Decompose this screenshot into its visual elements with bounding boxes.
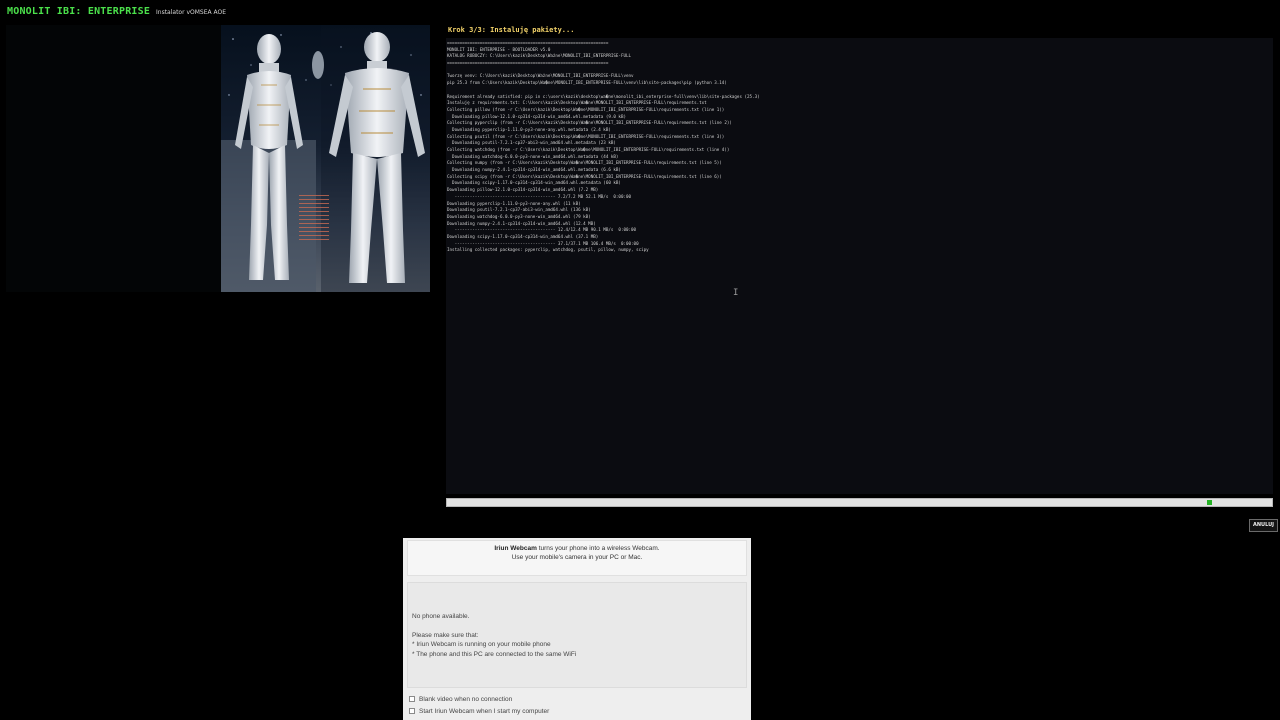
instruction-item: * Iriun Webcam is running on your mobile… — [412, 641, 551, 648]
console-line: Tworzę venv: C:\Users\kazik\Desktop\Ważn… — [447, 73, 634, 79]
console-line: Downloading psutil-7.2.1-cp37-abi3-win_a… — [447, 207, 591, 213]
iriun-webcam-dialog: Iriun Webcam turns your phone into a wir… — [403, 538, 751, 720]
app-subtitle: Instalator vOMSEA AOE — [156, 9, 227, 16]
console-line: Collecting pyperclip (from -r C:\Users\k… — [447, 120, 732, 126]
console-line: Downloading pillow-12.1.0-cp314-cp314-wi… — [447, 187, 599, 193]
console-line: Collecting psutil (from -r C:\Users\kazi… — [447, 133, 725, 139]
console-line: ----------------------------------------… — [447, 227, 637, 233]
console-line: Collecting watchdog (from -r C:\Users\ka… — [447, 147, 730, 152]
console-line: Installing collected packages: pyperclip… — [447, 247, 649, 253]
tagline-secondary: Use your mobile's camera in your PC or M… — [511, 554, 643, 561]
console-line: KATALOG ROBOCZY: C:\Users\kazik\Desktop\… — [447, 53, 632, 59]
console-line: MONOLIT IBI: ENTERPRISE - BOOTLOADER v5.… — [447, 46, 551, 52]
option-label: Blank video when no connection — [419, 695, 513, 703]
console-line: ----------------------------------------… — [447, 193, 632, 199]
console-line: Downloading numpy-2.4.1-cp314-cp314-win_… — [447, 167, 621, 173]
progress-bar — [446, 498, 1273, 507]
console-line: Downloading scipy-1.17.0-cp314-cp314-win… — [447, 233, 599, 239]
step-title: Krok 3/3: Instaluję pakiety... — [448, 26, 575, 34]
cancel-button[interactable]: ANULUJ — [1249, 519, 1279, 532]
console-line: Requirement already satisfied: pip in c:… — [447, 93, 760, 99]
text-cursor-icon: I — [733, 288, 739, 298]
console-line: Collecting pillow (from -r C:\Users\kazi… — [447, 106, 725, 112]
dialog-header: Iriun Webcam turns your phone into a wir… — [407, 540, 747, 576]
console-line: ========================================… — [447, 40, 609, 45]
console-line: Downloading pyperclip-1.11.0-py3-none-an… — [447, 200, 581, 206]
console-line: Downloading numpy-2.4.1-cp314-cp314-win_… — [447, 220, 596, 226]
console-line: Downloading pyperclip-1.11.0-py3-none-an… — [447, 126, 611, 132]
app-title: MONOLIT IBI: ENTERPRISE — [7, 6, 151, 17]
tagline: turns your phone into a wireless Webcam. — [536, 545, 660, 552]
console-line: Downloading watchdog-6.0.0-py3-none-win_… — [447, 213, 591, 219]
checkbox-icon[interactable] — [409, 708, 415, 714]
console-line: Downloading psutil-7.2.1-cp37-abi3-win_a… — [447, 140, 616, 146]
instructions-title: Please make sure that: — [412, 631, 479, 639]
console-line: Instaluję z requirements.txt: C:\Users\k… — [447, 100, 707, 106]
console-line: Downloading pillow-12.1.0-cp314-cp314-wi… — [447, 113, 626, 119]
console-line: ----------------------------------------… — [447, 240, 639, 246]
console-line: Downloading watchdog-6.0.0-py3-none-win_… — [447, 153, 619, 159]
console-line: Collecting numpy (from -r C:\Users\kazik… — [447, 160, 722, 166]
option-start-on-boot[interactable]: Start Iriun Webcam when I start my compu… — [409, 706, 549, 716]
console-line: pip 25.3 from C:\Users\kazik\Desktop\Wa�… — [447, 80, 727, 86]
console-line: Collecting scipy (from -r C:\Users\kazik… — [447, 173, 722, 179]
checkbox-icon[interactable] — [409, 696, 415, 702]
status-text: No phone available. — [412, 613, 470, 620]
brand-name: Iriun Webcam — [494, 545, 537, 552]
hero-image — [221, 25, 430, 292]
dialog-status-panel: No phone available. Please make sure tha… — [407, 582, 747, 688]
console-output[interactable]: ========================================… — [446, 38, 1273, 494]
console-line: Downloading scipy-1.17.0-cp314-cp314-win… — [447, 180, 621, 186]
option-blank-video[interactable]: Blank video when no connection — [409, 694, 512, 704]
progress-indicator — [1207, 500, 1212, 505]
option-label: Start Iriun Webcam when I start my compu… — [419, 707, 550, 715]
instruction-item: * The phone and this PC are connected to… — [412, 650, 577, 658]
console-line: ========================================… — [447, 60, 609, 66]
